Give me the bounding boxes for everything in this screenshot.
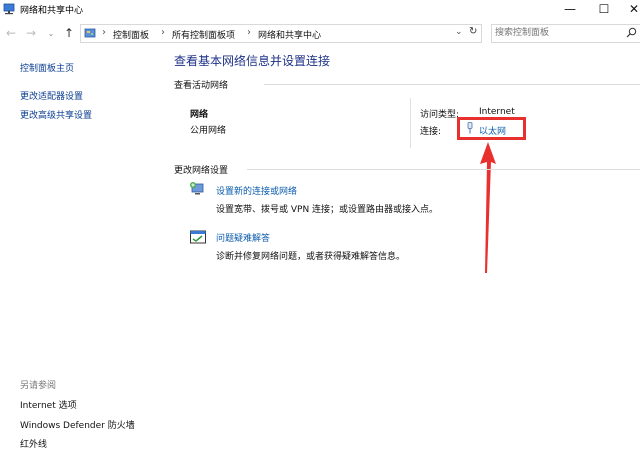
see-also-internet-options[interactable]: Internet 选项: [20, 398, 77, 411]
forward-arrow-icon[interactable]: →: [24, 26, 38, 40]
task-new-connection-link[interactable]: 设置新的连接或网络: [216, 184, 297, 197]
task-troubleshoot-link[interactable]: 问题疑难解答: [216, 231, 270, 244]
control-panel-icon: [84, 28, 96, 38]
breadcrumb-all-items[interactable]: 所有控制面板项: [172, 28, 235, 41]
breadcrumb-control-panel[interactable]: 控制面板: [113, 28, 149, 41]
up-arrow-icon[interactable]: ↑: [62, 26, 76, 40]
back-arrow-icon[interactable]: ←: [4, 26, 18, 40]
sidebar-link-home[interactable]: 控制面板主页: [20, 61, 74, 74]
close-button[interactable]: ✕: [617, 0, 640, 18]
section-divider: [247, 169, 640, 170]
access-type-label: 访问类型:: [420, 110, 460, 120]
sidebar-link-adapter-settings[interactable]: 更改适配器设置: [20, 89, 83, 102]
see-also-heading: 另请参阅: [20, 381, 57, 391]
breadcrumb-separator: ›: [247, 27, 251, 38]
annotation-arrow: [480, 142, 496, 273]
vertical-divider: [410, 98, 411, 148]
new-connection-icon: [190, 182, 204, 195]
sidebar-link-advanced-sharing[interactable]: 更改高级共享设置: [20, 108, 92, 121]
minimize-button[interactable]: —: [553, 0, 587, 18]
see-also-defender-firewall[interactable]: Windows Defender 防火墙: [20, 418, 135, 431]
network-name: 网络: [190, 110, 209, 120]
change-settings-heading: 更改网络设置: [174, 166, 229, 176]
maximize-button[interactable]: ☐: [587, 0, 621, 18]
breadcrumb-separator: ›: [102, 27, 106, 38]
title-bar: [0, 0, 640, 18]
task-troubleshoot-desc: 诊断并修复网络问题，或者获得疑难解答信息。: [216, 252, 406, 262]
network-type-link[interactable]: 公用网络: [190, 123, 226, 136]
access-type-value: Internet: [479, 107, 515, 117]
search-icon[interactable]: [626, 27, 637, 38]
breadcrumb-network-center[interactable]: 网络和共享中心: [258, 28, 321, 41]
page-title: 查看基本网络信息并设置连接: [174, 54, 331, 68]
task-new-connection-desc: 设置宽带、拨号或 VPN 连接；或设置路由器或接入点。: [216, 205, 439, 215]
window-title: 网络和共享中心: [20, 6, 84, 16]
troubleshoot-icon: [190, 230, 206, 244]
address-dropdown-icon[interactable]: ⌄: [455, 27, 463, 37]
breadcrumb-separator: ›: [161, 27, 165, 38]
recent-dropdown-icon[interactable]: ⌄: [44, 26, 58, 40]
annotation-highlight-box: [457, 117, 526, 140]
network-center-icon: [3, 3, 15, 15]
connections-label: 连接:: [420, 127, 442, 137]
section-divider: [264, 84, 640, 85]
active-networks-heading: 查看活动网络: [174, 81, 229, 91]
see-also-infrared[interactable]: 红外线: [20, 437, 47, 450]
search-input[interactable]: [495, 26, 620, 40]
refresh-icon[interactable]: ↻: [469, 26, 477, 37]
